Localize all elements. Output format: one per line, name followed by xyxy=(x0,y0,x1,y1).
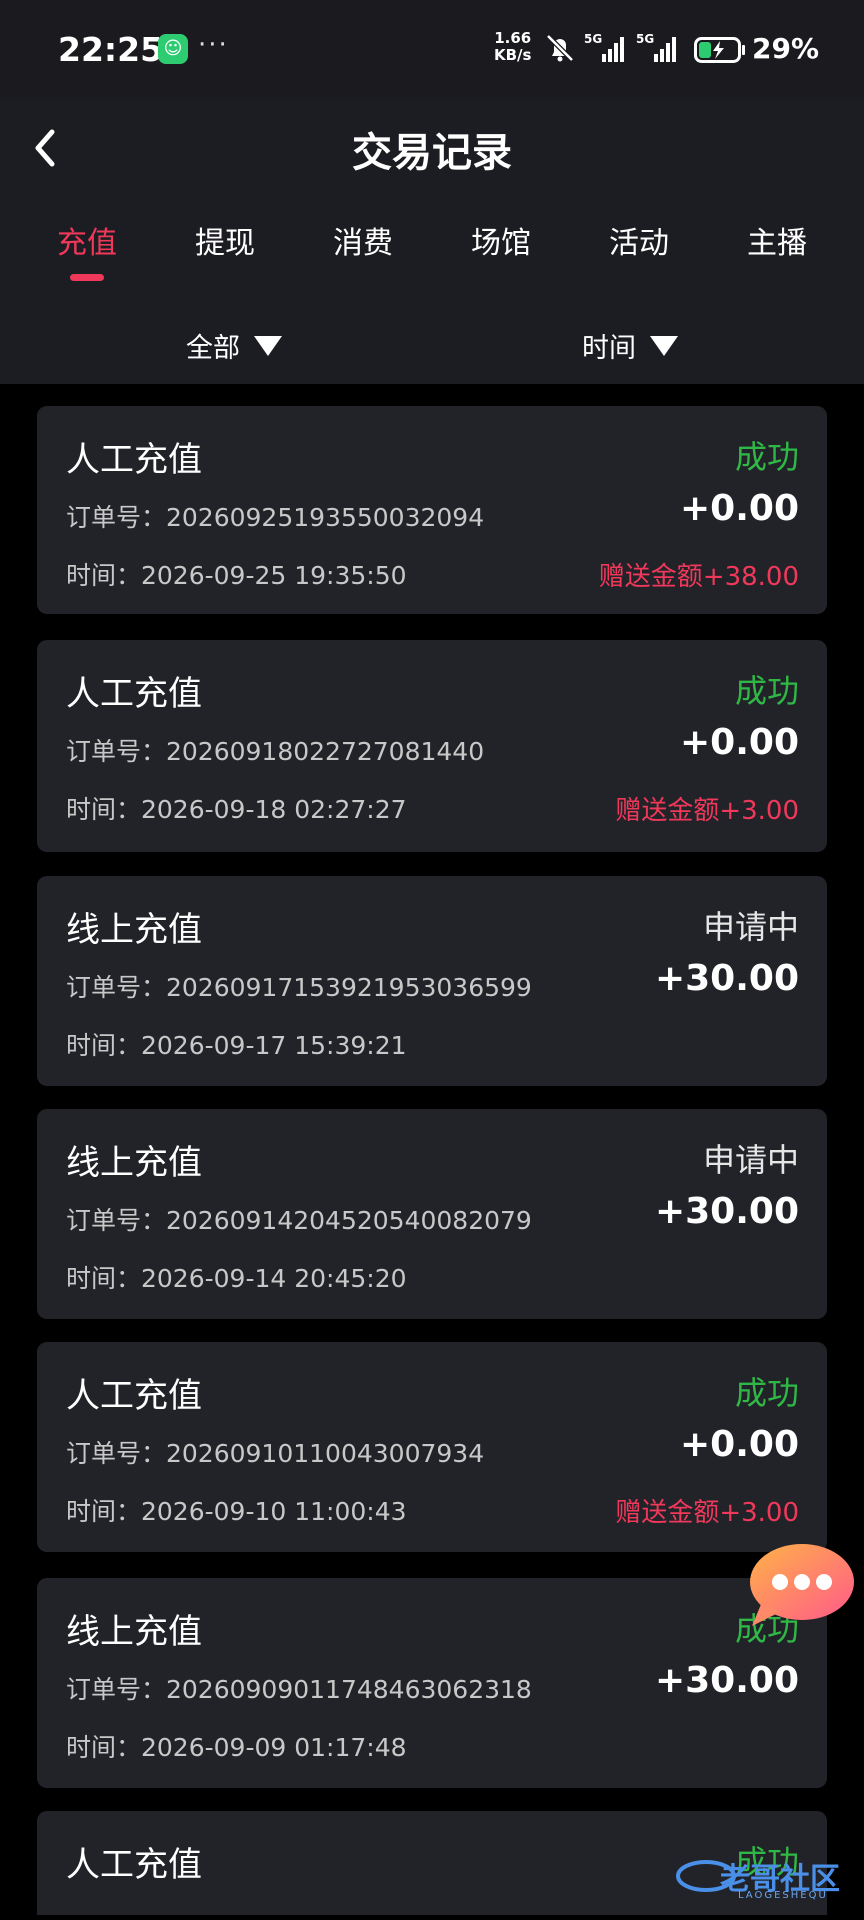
more-notifications-icon: ··· xyxy=(198,30,229,60)
transaction-card[interactable]: 人工充值 成功 订单号：20260925193550032094 +0.00 时… xyxy=(37,406,827,614)
transaction-amount: +0.00 xyxy=(680,722,799,763)
tab-activity[interactable]: 活动 xyxy=(589,218,689,262)
customer-service-chat-icon[interactable] xyxy=(744,1540,860,1630)
transaction-amount: +30.00 xyxy=(654,1660,799,1701)
caret-down-icon xyxy=(650,335,678,356)
signal-5g-icon: 5G xyxy=(636,32,676,62)
transaction-card[interactable]: 线上充值 成功 订单号：202609090117484630623​18 +30… xyxy=(37,1578,827,1788)
order-number: 订单号：20260925193550032094 xyxy=(66,503,485,532)
transaction-time: 时间：2026-09-09 01:17:48 xyxy=(66,1733,407,1762)
status-bar: 22:25 ☺ ··· 1.66 KB/s 5G 5G 29% xyxy=(0,0,864,100)
transaction-amount: +30.00 xyxy=(654,1191,799,1232)
tab-consumption[interactable]: 消费 xyxy=(313,218,413,262)
transaction-status: 申请中 xyxy=(702,908,799,946)
transaction-amount: +0.00 xyxy=(680,1424,799,1465)
watermark-subtext: LAOGESHEQU xyxy=(738,1890,828,1901)
transaction-type: 人工充值 xyxy=(66,440,202,480)
transaction-card[interactable]: 人工充值 成功 订单号：20260910110043007934 +0.00 时… xyxy=(37,1342,827,1552)
transaction-card[interactable]: 人工充值 成功 订单号：20260918022727081440 +0.00 时… xyxy=(37,640,827,852)
tab-recharge[interactable]: 充值 xyxy=(37,218,137,262)
order-number: 订单号：202609142045205400820​79 xyxy=(66,1206,532,1235)
transaction-time: 时间：2026-09-10 11:00:43 xyxy=(66,1497,407,1526)
signal-5g-icon: 5G xyxy=(584,32,624,62)
transaction-time: 时间：2026-09-18 02:27:27 xyxy=(66,795,407,824)
transaction-time: 时间：2026-09-14 20:45:20 xyxy=(66,1264,407,1293)
tab-venue[interactable]: 场馆 xyxy=(451,218,551,262)
transaction-type: 线上充值 xyxy=(66,910,202,950)
order-number: 订单号：202609171539219530365​99 xyxy=(66,973,532,1002)
order-number: 订单号：20260918022727081440 xyxy=(66,737,485,766)
network-type-1: 5G xyxy=(584,32,602,46)
transaction-type: 人工充值 xyxy=(66,1845,202,1885)
transaction-time: 时间：2026-09-25 19:35:50 xyxy=(66,561,407,590)
transaction-status: 成功 xyxy=(734,672,799,710)
transaction-type: 线上充值 xyxy=(66,1612,202,1652)
transaction-amount: +30.00 xyxy=(654,958,799,999)
tab-anchor[interactable]: 主播 xyxy=(727,218,827,262)
network-speed-value: 1.66 xyxy=(494,29,532,47)
bonus-amount: 赠送金额+38.00 xyxy=(598,562,799,592)
transaction-amount: +0.00 xyxy=(680,488,799,529)
transaction-card[interactable]: 线上充值 申请中 订单号：202609142045205400820​79 +3… xyxy=(37,1109,827,1319)
transaction-type: 人工充值 xyxy=(66,674,202,714)
bonus-amount: 赠送金额+3.00 xyxy=(615,796,799,826)
order-number: 订单号：20260910110043007934 xyxy=(66,1439,485,1468)
transaction-status: 成功 xyxy=(734,438,799,476)
transaction-type: 人工充值 xyxy=(66,1376,202,1416)
transaction-card[interactable]: 线上充值 申请中 订单号：202609171539219530365​99 +3… xyxy=(37,876,827,1086)
tab-bar: 充值 提现 消费 场馆 活动 主播 xyxy=(0,218,864,288)
battery-charging-icon xyxy=(694,37,745,63)
status-time: 22:25 xyxy=(58,30,164,69)
network-speed-unit: KB/s xyxy=(494,46,532,64)
time-filter-label: 时间 xyxy=(582,333,636,364)
network-type-2: 5G xyxy=(636,32,654,46)
transaction-status: 成功 xyxy=(734,1374,799,1412)
order-number: 订单号：202609090117484630623​18 xyxy=(66,1675,532,1704)
transaction-time: 时间：2026-09-17 15:39:21 xyxy=(66,1031,407,1060)
battery-percent: 29% xyxy=(752,32,820,65)
category-filter-dropdown[interactable]: 全部 xyxy=(186,326,282,365)
transaction-type: 线上充值 xyxy=(66,1143,202,1183)
caret-down-icon xyxy=(254,335,282,356)
mute-bell-icon xyxy=(546,34,574,62)
category-filter-label: 全部 xyxy=(186,333,240,364)
page-title: 交易记录 xyxy=(352,130,512,176)
active-tab-indicator xyxy=(70,274,104,281)
network-speed: 1.66 KB/s xyxy=(494,30,531,64)
tab-withdraw[interactable]: 提现 xyxy=(175,218,275,262)
app-notification-icon: ☺ xyxy=(158,34,188,64)
transaction-status: 申请中 xyxy=(702,1141,799,1179)
time-filter-dropdown[interactable]: 时间 xyxy=(582,326,678,365)
bonus-amount: 赠送金额+3.00 xyxy=(615,1498,799,1528)
